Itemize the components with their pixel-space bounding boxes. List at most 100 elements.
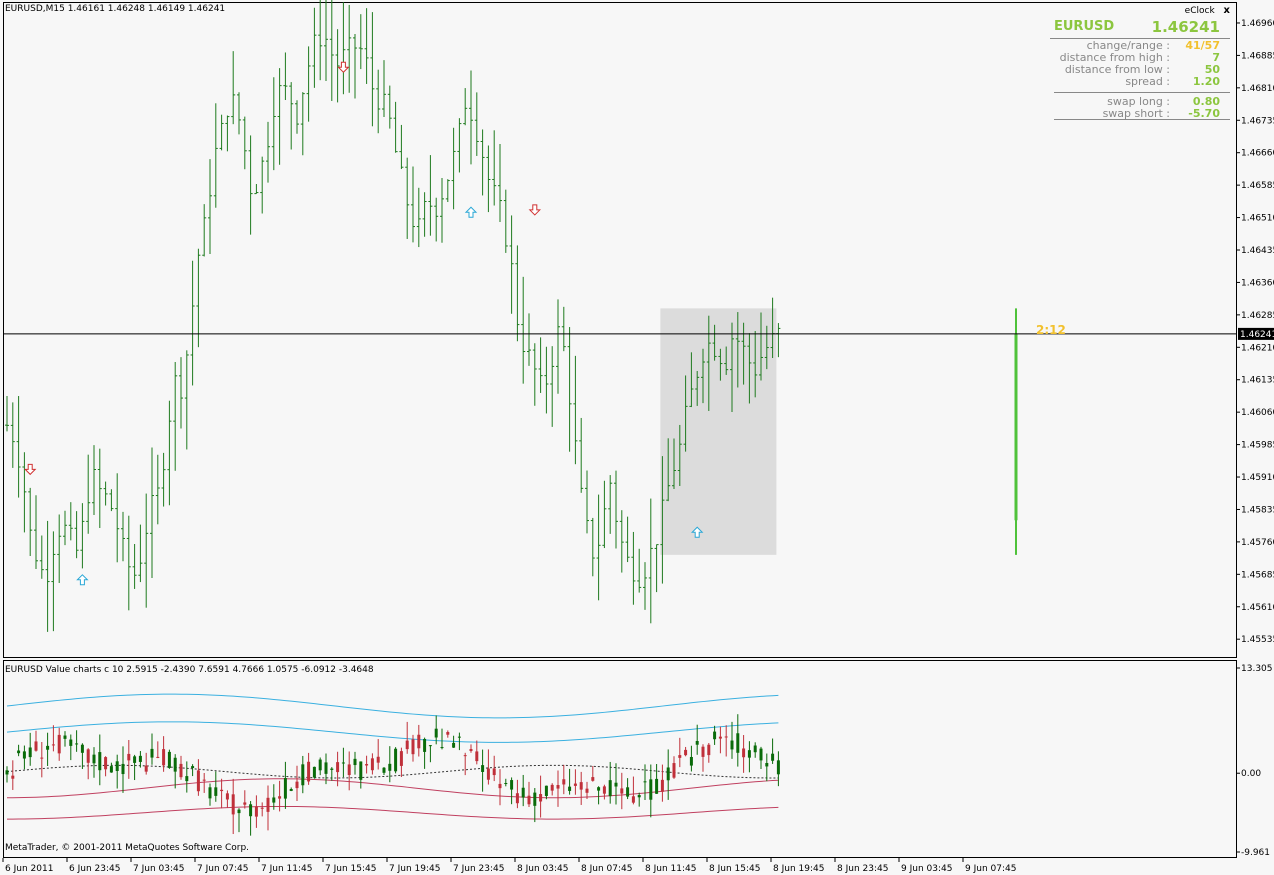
eclock-swap-value: -5.70 [1188, 107, 1220, 120]
bar-countdown-timer: 2:12 [1036, 323, 1066, 337]
indicator-candle-body [17, 750, 21, 754]
x-tick-label: 8 Jun 03:45 [517, 864, 568, 874]
indicator-candle-body [173, 757, 177, 772]
indicator-candle-body [109, 766, 113, 773]
indicator-candle-body [388, 763, 392, 771]
y-tick-label: 1.46360 [1241, 278, 1274, 288]
indicator-candle-body [550, 784, 554, 791]
indicator-candle-body [718, 736, 722, 739]
indicator-candle-body [689, 756, 693, 766]
close-icon[interactable]: x [1224, 4, 1230, 18]
indicator-candle-body [370, 758, 374, 771]
x-tick-label: 8 Jun 15:45 [709, 864, 760, 874]
eclock-symbol-row: EURUSD 1.46241 [1050, 18, 1230, 39]
indicator-candle-body [144, 765, 148, 772]
indicator-candle-body [411, 739, 415, 755]
indicator-candle-body [510, 780, 514, 790]
indicator-candle-body [196, 770, 200, 792]
indicator-candle-body [776, 760, 780, 775]
indicator-candle-body [434, 728, 438, 738]
indicator-candle-body [98, 752, 102, 771]
indicator-candle-body [399, 751, 403, 766]
indicator-candle-body [701, 746, 705, 757]
indicator-candle-body [527, 795, 531, 805]
indicator-candle-body [278, 796, 282, 799]
indicator-candle-body [324, 762, 328, 774]
y-tick-label: 1.45685 [1241, 570, 1274, 580]
y-tick-label: 1.45910 [1241, 473, 1274, 483]
indicator-candle-body [289, 789, 293, 791]
y-tick-label: 1.46285 [1241, 311, 1274, 321]
y-tick-label: 1.45985 [1241, 441, 1274, 451]
indicator-candle-body [11, 775, 15, 779]
indicator-candle-body [51, 744, 55, 746]
x-tick-label: 8 Jun 11:45 [645, 864, 696, 874]
indicator-header: EURUSD Value charts c 10 2.5915 -2.4390 … [5, 665, 374, 675]
buy-signal [76, 574, 89, 586]
indicator-candle-body [353, 758, 357, 766]
indicator-candle-body [179, 763, 183, 778]
copyright-label: MetaTrader, © 2001-2011 MetaQuotes Softw… [5, 843, 250, 853]
eclock-stat-row: distance from low :50 [1050, 63, 1230, 76]
indicator-candle-body [475, 751, 479, 762]
indicator-candle-body [771, 753, 775, 761]
indicator-upper-band [6, 721, 779, 743]
indicator-candle-body [150, 748, 154, 758]
x-tick-label: 8 Jun 23:45 [837, 864, 888, 874]
indicator-candle-body [121, 763, 125, 775]
indicator-candle-body [318, 759, 322, 771]
indicator-candle-body [307, 761, 311, 782]
arrow-down-icon [23, 463, 37, 476]
indicator-candle-body [678, 755, 682, 758]
indicator-upper-band-outer [6, 693, 779, 719]
indicator-candle-body [231, 794, 235, 815]
indicator-candle-body [452, 742, 456, 748]
range-box [660, 308, 777, 555]
eclock-title-row: eClock x [1050, 4, 1230, 18]
indicator-candle-body [585, 788, 589, 793]
y-tick-label: 1.46510 [1241, 214, 1274, 224]
indicator-candle-body [359, 761, 363, 780]
buy-signal [464, 206, 478, 218]
indicator-candle-body [214, 787, 218, 796]
indicator-candle-body [243, 802, 247, 805]
x-tick-label: 7 Jun 15:45 [325, 864, 376, 874]
indicator-candle-body [446, 732, 450, 735]
indicator-candle-body [185, 776, 189, 782]
x-tick-label: 6 Jun 23:45 [69, 864, 120, 874]
indicator-candle-body [533, 792, 537, 806]
x-tick-label: 7 Jun 19:45 [389, 864, 440, 874]
x-tick-label: 7 Jun 07:45 [197, 864, 248, 874]
indicator-candle-body [86, 749, 90, 763]
indicator-candle-body [713, 731, 717, 740]
y-tick-label: 1.45535 [1241, 635, 1274, 645]
x-tick-label: 8 Jun 07:45 [581, 864, 632, 874]
indicator-candle-body [394, 748, 398, 772]
x-tick-label: 7 Jun 23:45 [453, 864, 504, 874]
indicator-candle-body [69, 739, 73, 746]
indicator-candle-body [312, 766, 316, 778]
indicator-candle-body [382, 767, 386, 773]
sell-signal [528, 204, 542, 216]
indicator-candle-body [643, 781, 647, 783]
indicator-candle-body [626, 787, 630, 797]
indicator-y-tick-label: 0.00 [1241, 769, 1261, 779]
indicator-candle-body [336, 762, 340, 773]
indicator-candle-body [28, 747, 32, 758]
eclock-stat-row: distance from high :7 [1050, 51, 1230, 64]
indicator-candle-body [295, 781, 299, 789]
eclock-divider [1054, 92, 1230, 93]
indicator-candle-body [515, 793, 519, 804]
indicator-candle-body [266, 797, 270, 812]
arrow-down-icon [528, 204, 542, 216]
indicator-lower-band-outer [6, 805, 779, 820]
indicator-candle-body [167, 751, 171, 768]
indicator-candle-body [759, 748, 763, 761]
indicator-candle-body [40, 757, 44, 759]
indicator-candle-body [46, 745, 50, 750]
indicator-candle-body [365, 764, 369, 766]
indicator-candle-body [486, 768, 490, 780]
indicator-candle-body [736, 733, 740, 753]
arrow-up-icon [464, 206, 478, 218]
eclock-swap-label: swap short : [1102, 107, 1170, 120]
